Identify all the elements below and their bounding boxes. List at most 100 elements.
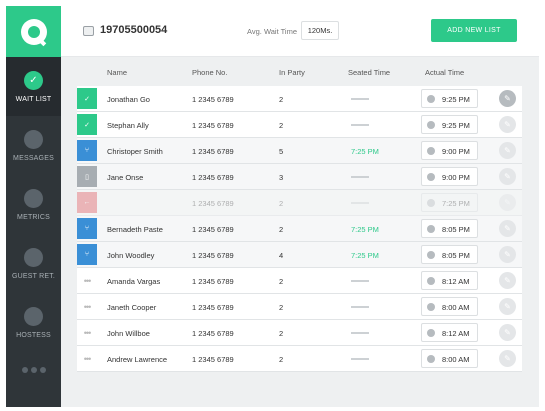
wait-list-panel: Name Phone No. In Party Seated Time Actu… — [61, 57, 539, 407]
actual-time: 9:00 PM — [442, 173, 470, 182]
guest-name: Jane Onse — [107, 173, 144, 182]
table-row[interactable]: ⑂ John Woodley 1 2345 6789 4 7:25 PM 8:05 PM ✎ — [77, 242, 522, 268]
table-row[interactable]: ••• John Willboe 1 2345 6789 2 8:12 AM ✎ — [77, 320, 522, 346]
sidebar-item-guest-ret[interactable]: GUEST RET. — [6, 234, 61, 293]
party-size: 2 — [279, 121, 284, 130]
status-seated-icon[interactable]: ⑂ — [77, 140, 97, 161]
edit-icon[interactable]: ✎ — [499, 116, 516, 133]
status-waiting-icon[interactable]: ••• — [77, 296, 97, 317]
more-options-button[interactable] — [6, 367, 61, 373]
edit-icon[interactable]: ✎ — [499, 272, 516, 289]
actual-time-field[interactable]: 8:12 AM — [421, 323, 478, 342]
seated-time-empty — [351, 176, 369, 178]
clock-icon — [427, 147, 435, 155]
party-size: 4 — [279, 251, 284, 260]
edit-icon[interactable]: ✎ — [499, 194, 516, 211]
status-waiting-icon[interactable]: ••• — [77, 270, 97, 291]
status-waiting-icon[interactable]: ••• — [77, 348, 97, 369]
top-bar: 19705500054 Avg. Wait Time 120Ms. ADD NE… — [61, 6, 539, 57]
account-id: 19705500054 — [100, 24, 168, 36]
guest-name: Stephan Ally — [107, 121, 149, 130]
seated-time: 7:25 PM — [351, 147, 379, 156]
chat-icon — [24, 129, 43, 149]
table-row[interactable]: ← 1 2345 6789 2 7:25 PM ✎ — [77, 190, 522, 216]
guest-phone: 1 2345 6789 — [192, 173, 234, 182]
actual-time-field[interactable]: 8:05 PM — [421, 245, 478, 264]
seated-time-empty — [351, 306, 369, 308]
edit-icon[interactable]: ✎ — [499, 324, 516, 341]
sidebar-item-label: MESSAGES — [13, 154, 54, 162]
id-card-icon — [83, 26, 94, 36]
guest-phone: 1 2345 6789 — [192, 147, 234, 156]
column-header-seated: Seated Time — [348, 68, 391, 77]
table-row[interactable]: ⑂ Bernadeth Paste 1 2345 6789 2 7:25 PM 8:05 … — [77, 216, 522, 242]
sidebar-item-label: HOSTESS — [16, 331, 51, 339]
actual-time-field[interactable]: 9:00 PM — [421, 167, 478, 186]
edit-icon[interactable]: ✎ — [499, 298, 516, 315]
actual-time: 9:25 PM — [442, 95, 470, 104]
edit-icon[interactable]: ✎ — [499, 246, 516, 263]
actual-time-field[interactable]: 9:25 PM — [421, 89, 478, 108]
add-new-list-button[interactable]: ADD NEW LIST — [431, 19, 517, 42]
seated-time-empty — [351, 124, 369, 126]
edit-icon[interactable]: ✎ — [499, 142, 516, 159]
guest-phone: 1 2345 6789 — [192, 199, 234, 208]
share-icon — [24, 247, 43, 267]
sidebar-item-label: METRICS — [17, 213, 50, 221]
status-waiting-icon[interactable]: ••• — [77, 322, 97, 343]
status-checked-icon[interactable]: ✓ — [77, 88, 97, 109]
table-row[interactable]: ••• Amanda Vargas 1 2345 6789 2 8:12 AM ✎ — [77, 268, 522, 294]
sidebar-item-metrics[interactable]: METRICS — [6, 175, 61, 234]
sidebar-item-messages[interactable]: MESSAGES — [6, 116, 61, 175]
table-row[interactable]: ⑂ Christoper Smith 1 2345 6789 5 7:25 PM 9:00… — [77, 138, 522, 164]
avg-wait-value: 120Ms. — [301, 21, 339, 40]
table-row[interactable]: ••• Janeth Cooper 1 2345 6789 2 8:00 AM ✎ — [77, 294, 522, 320]
table-row[interactable]: ✓ Stephan Ally 1 2345 6789 2 9:25 PM ✎ — [77, 112, 522, 138]
table-row[interactable]: ••• Andrew Lawrence 1 2345 6789 2 8:00 AM ✎ — [77, 346, 522, 372]
edit-icon[interactable]: ✎ — [499, 350, 516, 367]
actual-time: 8:00 AM — [442, 303, 470, 312]
status-phone-icon[interactable]: ▯ — [77, 166, 97, 187]
status-removed-icon[interactable]: ← — [77, 192, 97, 213]
guest-phone: 1 2345 6789 — [192, 251, 234, 260]
clock-icon — [427, 355, 435, 363]
table-row[interactable]: ✓ Jonathan Go 1 2345 6789 2 9:25 PM ✎ — [77, 86, 522, 112]
guest-phone: 1 2345 6789 — [192, 355, 234, 364]
clock-icon — [427, 277, 435, 285]
status-seated-icon[interactable]: ⑂ — [77, 244, 97, 265]
status-seated-icon[interactable]: ⑂ — [77, 218, 97, 239]
party-size: 2 — [279, 329, 284, 338]
check-icon: ✓ — [24, 70, 43, 90]
logo-icon — [20, 18, 47, 45]
party-size: 2 — [279, 225, 284, 234]
sidebar-item-hostess[interactable]: HOSTESS — [6, 293, 61, 352]
more-dots-icon — [21, 367, 28, 373]
edit-icon[interactable]: ✎ — [499, 90, 516, 107]
actual-time-field[interactable]: 8:05 PM — [421, 219, 478, 238]
column-header-phone: Phone No. — [192, 68, 228, 77]
actual-time: 8:00 AM — [442, 355, 470, 364]
edit-icon[interactable]: ✎ — [499, 220, 516, 237]
actual-time-field[interactable]: 8:00 AM — [421, 349, 478, 368]
chart-icon — [24, 188, 43, 208]
guest-phone: 1 2345 6789 — [192, 121, 234, 130]
clock-icon — [427, 199, 435, 207]
actual-time-field[interactable]: 9:00 PM — [421, 141, 478, 160]
party-size: 2 — [279, 277, 284, 286]
table-row[interactable]: ▯ Jane Onse 1 2345 6789 3 9:00 PM ✎ — [77, 164, 522, 190]
actual-time-field[interactable]: 9:25 PM — [421, 115, 478, 134]
actual-time: 8:12 AM — [442, 277, 470, 286]
actual-time-field[interactable]: 8:00 AM — [421, 297, 478, 316]
app-logo[interactable] — [6, 6, 61, 57]
party-size: 3 — [279, 173, 284, 182]
sidebar-item-wait-list[interactable]: ✓ WAIT LIST — [6, 57, 61, 116]
guest-name: Bernadeth Paste — [107, 225, 163, 234]
actual-time-field[interactable]: 8:12 AM — [421, 271, 478, 290]
column-header-actual: Actual Time — [425, 68, 465, 77]
status-checked-icon[interactable]: ✓ — [77, 114, 97, 135]
clock-icon — [427, 225, 435, 233]
edit-icon[interactable]: ✎ — [499, 168, 516, 185]
actual-time-field[interactable]: 7:25 PM — [421, 193, 478, 212]
party-size: 2 — [279, 303, 284, 312]
clock-icon — [427, 329, 435, 337]
